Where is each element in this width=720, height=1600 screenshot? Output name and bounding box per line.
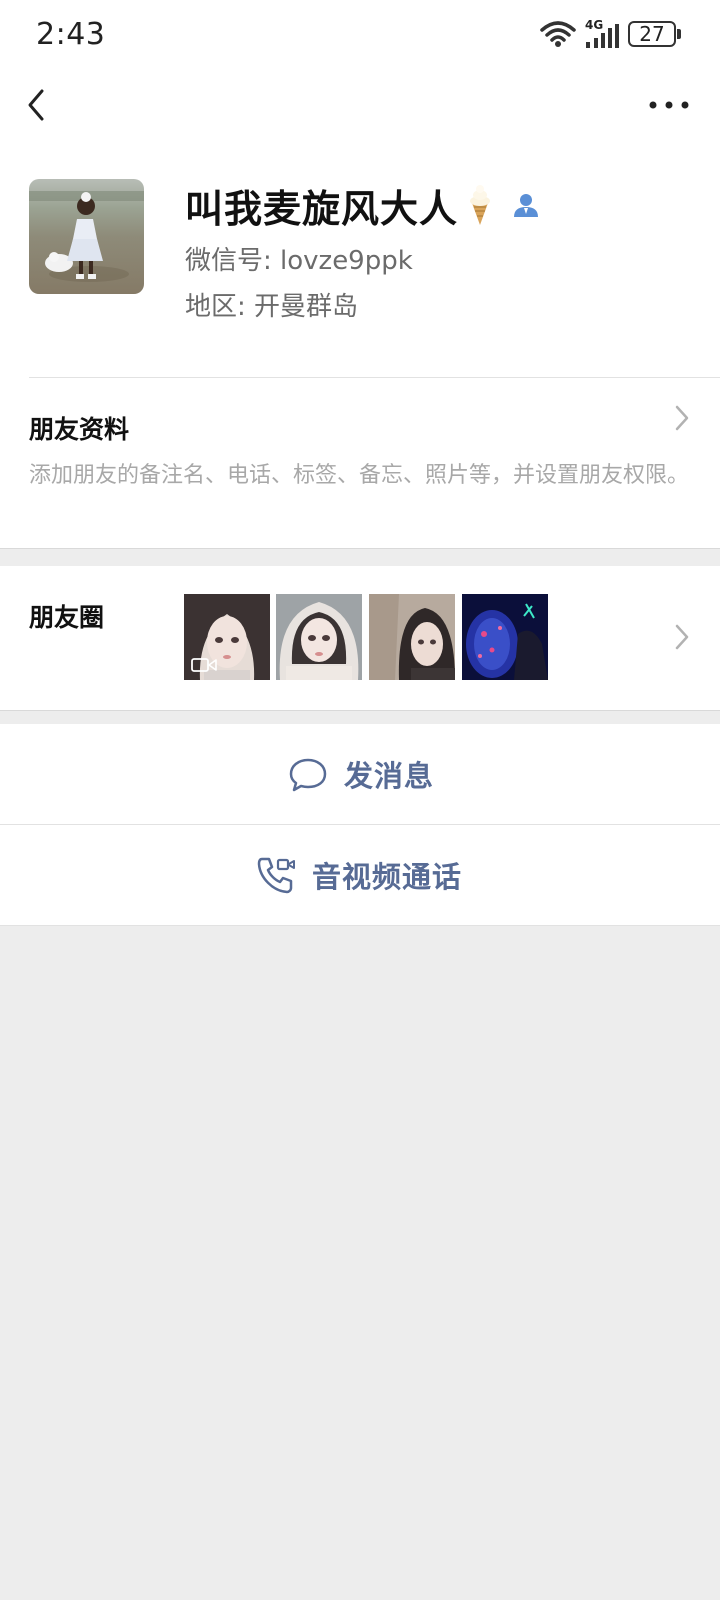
moments-thumbnail-1 — [184, 594, 270, 680]
wifi-icon — [540, 21, 576, 47]
signal-icon — [586, 24, 619, 48]
battery-level: 27 — [639, 22, 665, 46]
audio-video-call-label: 音视频通话 — [312, 860, 463, 894]
moments-title: 朋友圈 — [29, 603, 105, 632]
divider — [0, 925, 720, 926]
moments-thumbnail-4 — [462, 594, 548, 680]
avatar[interactable] — [29, 179, 144, 294]
status-bar: 2:43 4G 27 — [0, 0, 720, 70]
chat-bubble-icon — [289, 758, 327, 792]
send-message-label: 发消息 — [344, 759, 435, 793]
battery-icon: 27 — [628, 21, 676, 47]
chevron-right-icon — [675, 624, 689, 650]
ice-cream-icon — [470, 185, 491, 225]
friend-info-title: 朋友资料 — [29, 415, 130, 444]
back-arrow-icon[interactable] — [20, 85, 56, 125]
video-badge-icon — [191, 658, 217, 672]
contact-profile-screen: 2:43 4G 27 叫我麦旋风大人 微信号: lovze9ppk 地区: 开曼… — [0, 0, 720, 1600]
battery-cap — [677, 29, 681, 39]
send-message-button[interactable]: 发消息 — [0, 724, 720, 824]
section-divider — [0, 548, 720, 549]
nickname-row: 叫我麦旋风大人 — [185, 180, 542, 231]
chevron-right-icon — [675, 405, 689, 431]
friend-info-description: 添加朋友的备注名、电话、标签、备忘、照片等，并设置朋友权限。 — [29, 463, 690, 488]
moments-thumbnail-3 — [369, 594, 455, 680]
nickname: 叫我麦旋风大人 — [185, 186, 459, 231]
region: 地区: 开曼群岛 — [185, 292, 359, 322]
contact-person-icon[interactable] — [510, 189, 542, 221]
more-dots-icon[interactable] — [646, 90, 692, 120]
wechat-id: 微信号: lovze9ppk — [185, 246, 413, 276]
section-divider — [0, 710, 720, 711]
status-time: 2:43 — [36, 17, 106, 52]
moments-thumbnail-2 — [276, 594, 362, 680]
phone-video-icon — [257, 857, 295, 894]
audio-video-call-button[interactable]: 音视频通话 — [0, 825, 720, 925]
